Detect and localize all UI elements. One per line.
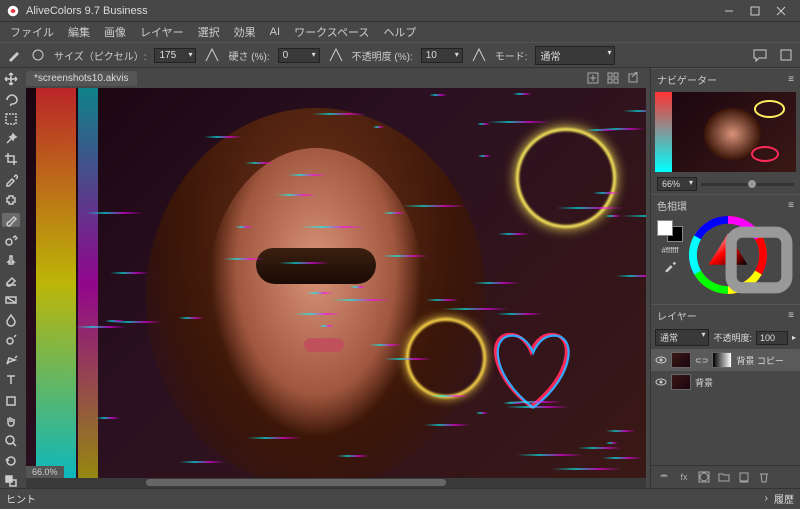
color-hex[interactable]: #ffffff [661, 246, 678, 255]
tool-text[interactable] [2, 373, 20, 387]
pressure-opacity-icon[interactable] [471, 47, 487, 63]
eyedropper-icon[interactable] [663, 259, 677, 276]
opacity-select[interactable]: 10 [421, 48, 463, 63]
tool-hand[interactable] [2, 414, 20, 428]
tool-rotate[interactable] [2, 454, 20, 468]
mode-label: モード: [495, 48, 528, 63]
menu-5[interactable]: 効果 [228, 22, 262, 42]
hardness-label: 硬さ (%): [228, 48, 269, 63]
navigator-menu-icon[interactable]: ≡ [788, 74, 794, 85]
tool-clone[interactable] [2, 233, 20, 247]
color-wheel[interactable] [689, 216, 800, 304]
tool-pen[interactable] [2, 353, 20, 367]
menu-3[interactable]: レイヤー [134, 22, 190, 42]
shape-mode-icon[interactable] [720, 221, 798, 302]
pressure-hardness-icon[interactable] [328, 47, 344, 63]
maximize-button[interactable] [742, 1, 768, 21]
tool-marquee[interactable] [2, 112, 20, 126]
hint-label: ヒント [6, 491, 36, 506]
canvas[interactable]: (function(){const a=document.querySelect… [26, 88, 646, 478]
color-swatches[interactable] [657, 220, 683, 242]
tool-stamp[interactable] [2, 253, 20, 267]
tool-color[interactable] [2, 474, 20, 488]
link-icon[interactable]: ⊂⊃ [695, 356, 708, 365]
horizontal-scrollbar[interactable] [26, 478, 646, 488]
size-label: サイズ（ピクセル）: [54, 48, 146, 63]
navigator-zoom-select[interactable]: 66% [657, 177, 697, 191]
tool-wand[interactable] [2, 132, 20, 146]
menu-1[interactable]: 編集 [62, 22, 96, 42]
layer-opacity-input[interactable]: 100 [756, 331, 788, 345]
layer-name: 背景 [695, 376, 713, 389]
tool-eraser[interactable] [2, 273, 20, 287]
menu-8[interactable]: ヘルプ [377, 22, 422, 42]
layer-name: 背景 コピー [736, 354, 784, 367]
layers-menu-icon[interactable]: ≡ [788, 310, 794, 321]
navigator-zoom-slider[interactable] [701, 183, 794, 186]
color-menu-icon[interactable]: ≡ [788, 200, 794, 211]
add-mask-icon[interactable] [697, 470, 711, 484]
tab-new-icon[interactable] [586, 71, 600, 85]
menu-7[interactable]: ワークスペース [288, 22, 375, 42]
opacity-label: 不透明度 (%): [352, 48, 413, 63]
tab-external-icon[interactable] [626, 71, 640, 85]
pressure-size-icon[interactable] [204, 47, 220, 63]
layer-row[interactable]: ⊂⊃ 背景 コピー [651, 349, 800, 371]
eye-icon[interactable] [655, 354, 667, 366]
layer-mask[interactable] [712, 352, 732, 368]
mode-select[interactable]: 通常 [535, 46, 615, 65]
menu-2[interactable]: 画像 [98, 22, 132, 42]
tool-lasso[interactable] [2, 92, 20, 106]
menu-0[interactable]: ファイル [4, 22, 60, 42]
fx-icon[interactable]: fx [677, 470, 691, 484]
minimize-button[interactable] [716, 1, 742, 21]
document-tab[interactable]: *screenshots10.akvis [26, 71, 137, 86]
brush-icon [6, 47, 22, 63]
delete-layer-icon[interactable] [757, 470, 771, 484]
blend-mode-select[interactable]: 通常 [655, 329, 709, 346]
history-title: 履歴 [774, 491, 794, 506]
link-layers-icon[interactable] [657, 470, 671, 484]
navigator-preview[interactable] [655, 92, 796, 172]
layer-thumbnail [671, 352, 691, 368]
eye-icon[interactable] [655, 376, 667, 388]
app-logo [6, 4, 20, 18]
layers-title: レイヤー [657, 308, 697, 323]
menu-4[interactable]: 選択 [192, 22, 226, 42]
tool-brush[interactable] [2, 213, 20, 227]
brush-size-icon [30, 47, 46, 63]
close-button[interactable] [768, 1, 794, 21]
tool-dodge[interactable] [2, 333, 20, 347]
tool-heal[interactable] [2, 193, 20, 207]
layer-thumbnail [671, 374, 691, 390]
color-title: 色相環 [657, 198, 687, 213]
navigator-title: ナビゲーター [657, 72, 717, 87]
menu-6[interactable]: AI [264, 24, 286, 40]
tool-crop[interactable] [2, 152, 20, 166]
tool-eyedropper[interactable] [2, 172, 20, 186]
history-expand-icon[interactable]: › [765, 493, 768, 504]
feedback-icon[interactable] [752, 47, 768, 63]
tab-grid-icon[interactable] [606, 71, 620, 85]
zoom-readout: 66.0% [26, 466, 64, 478]
tool-gradient[interactable] [2, 293, 20, 307]
new-folder-icon[interactable] [717, 470, 731, 484]
size-select[interactable]: 175 [154, 48, 196, 63]
hardness-select[interactable]: 0 [278, 48, 320, 63]
tool-shape[interactable] [2, 394, 20, 408]
opacity-stepper-icon[interactable]: ▸ [792, 333, 796, 342]
layer-opacity-label: 不透明度: [713, 331, 752, 344]
app-title: AliveColors 9.7 Business [26, 5, 716, 17]
new-layer-icon[interactable] [737, 470, 751, 484]
quick-icon[interactable] [778, 47, 794, 63]
tool-zoom[interactable] [2, 434, 20, 448]
tool-blur[interactable] [2, 313, 20, 327]
tool-move[interactable] [2, 72, 20, 86]
layer-row[interactable]: 背景 [651, 371, 800, 393]
